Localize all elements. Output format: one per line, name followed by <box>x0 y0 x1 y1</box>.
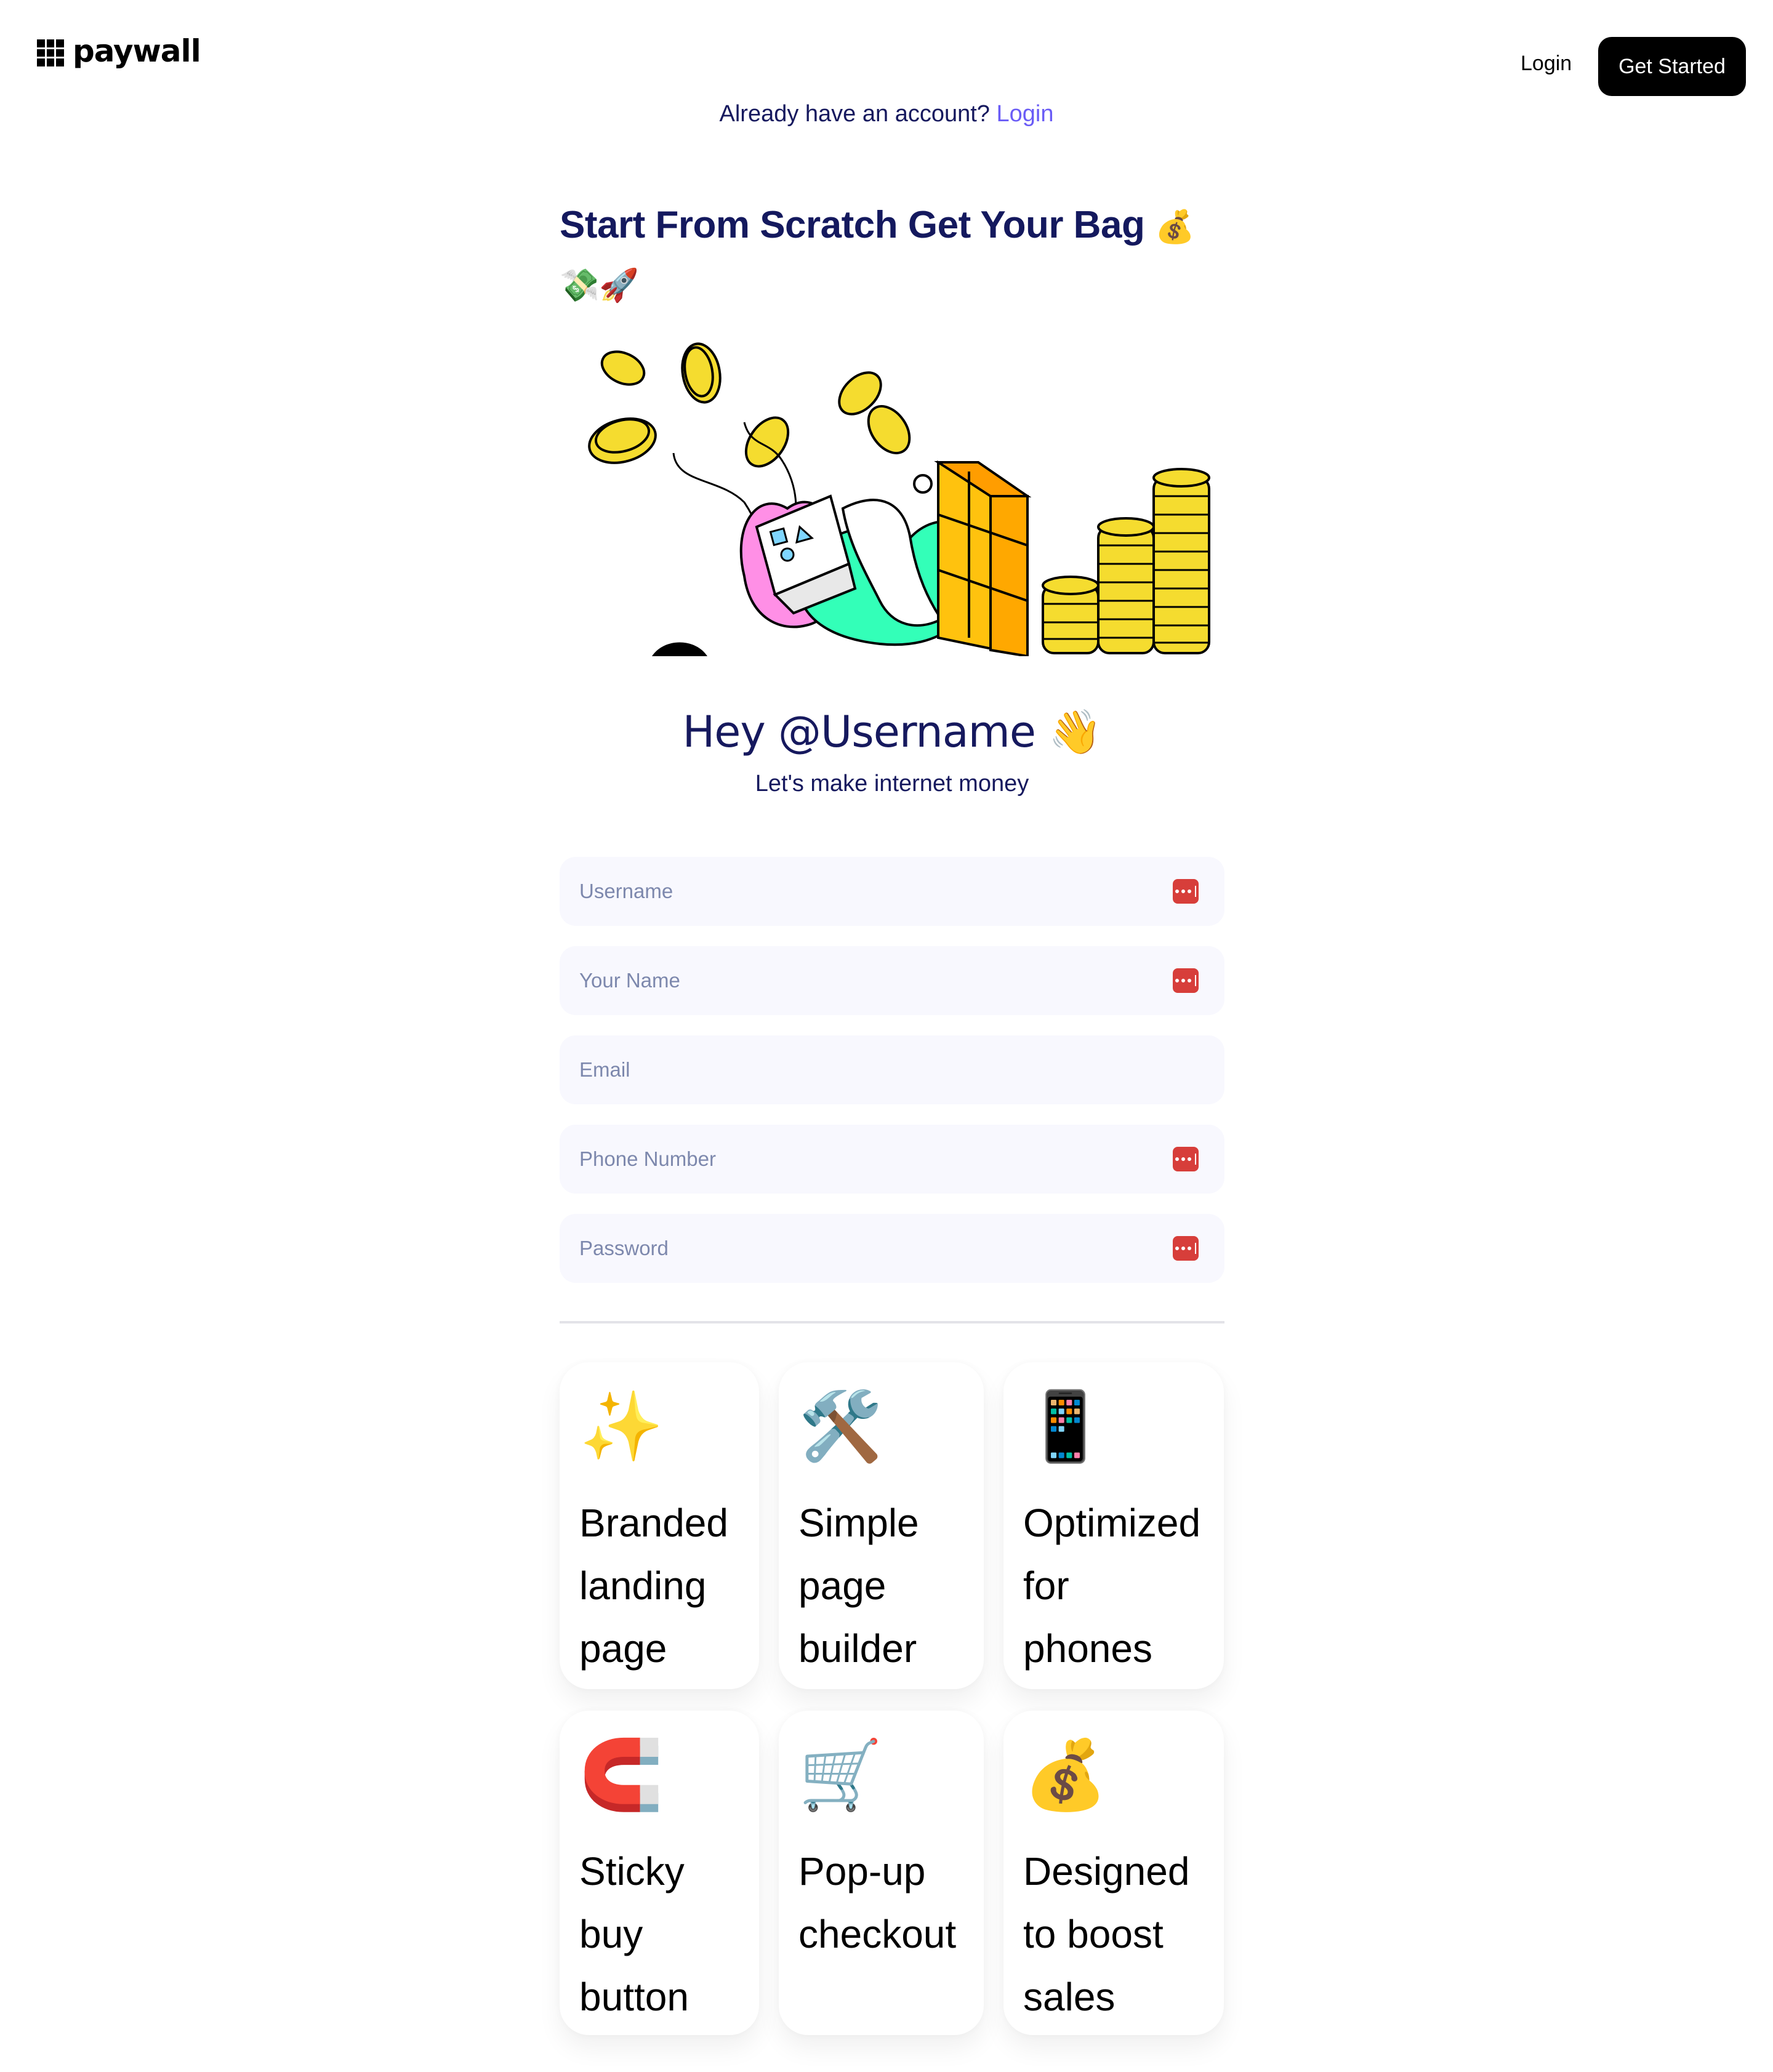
grid-logo-icon <box>37 39 64 66</box>
page-headline: Start From Scratch Get Your Bag 💰 💸🚀 <box>560 197 1224 314</box>
phone-number-field[interactable] <box>560 1125 1224 1194</box>
magnet-icon: 🧲 <box>579 1737 664 1813</box>
section-divider <box>560 1321 1224 1323</box>
coin-icon <box>600 350 646 386</box>
feature-title: Designed to boost sales <box>1023 1849 1190 2019</box>
shopping-cart-icon: 🛒 <box>798 1737 883 1813</box>
password-manager-icon[interactable] <box>1173 968 1199 993</box>
feature-card-designed-to-boost-sales: 💰 Designed to boost sales <box>1003 1711 1224 2035</box>
password-field[interactable] <box>560 1214 1224 1283</box>
mobile-phone-icon: 📱 <box>1023 1389 1108 1464</box>
money-bag-icon: 💰 <box>1155 209 1195 245</box>
password-manager-icon[interactable] <box>1173 1147 1199 1171</box>
phone-number-input[interactable] <box>579 1147 1173 1171</box>
paywall-logo[interactable]: paywall <box>37 33 201 69</box>
coins-wall-illustration <box>588 342 1210 656</box>
account-prompt: Already have an account? Login <box>0 101 1773 127</box>
account-login-link[interactable]: Login <box>997 101 1054 127</box>
hero-illustration <box>560 342 1224 656</box>
your-name-input[interactable] <box>579 969 1173 992</box>
password-manager-icon[interactable] <box>1173 1236 1199 1261</box>
feature-card-pop-up-checkout: 🛒 Pop-up checkout <box>779 1711 984 2035</box>
feature-title: Sticky buy button <box>579 1849 689 2019</box>
feature-title: Pop-up checkout <box>798 1849 957 1956</box>
username-input[interactable] <box>579 880 1173 903</box>
greeting-title: Hey @Username 👋 <box>560 707 1224 758</box>
username-field[interactable] <box>560 857 1224 926</box>
password-manager-icon[interactable] <box>1173 879 1199 904</box>
header-login-link[interactable]: Login <box>1521 52 1572 76</box>
email-input[interactable] <box>579 1058 1205 1082</box>
money-bag-icon: 💰 <box>1023 1737 1108 1813</box>
feature-title: Optimized for phones <box>1023 1501 1201 1671</box>
get-started-button[interactable]: Get Started <box>1598 37 1746 96</box>
password-input[interactable] <box>579 1237 1173 1260</box>
email-field[interactable] <box>560 1035 1224 1104</box>
your-name-field[interactable] <box>560 946 1224 1015</box>
headline-text: Start From Scratch Get Your Bag <box>560 204 1145 246</box>
account-prompt-text: Already have an account? <box>719 101 990 127</box>
feature-card-simple-page-builder: 🛠️ Simple page builder <box>779 1362 984 1689</box>
feature-card-optimized-for-phones: 📱 Optimized for phones <box>1003 1362 1224 1689</box>
feature-title: Simple page builder <box>798 1501 919 1671</box>
greeting-text: Hey @Username <box>682 707 1036 757</box>
waving-hand-icon: 👋 <box>1048 707 1102 757</box>
coin-icon <box>744 416 790 468</box>
hammer-wrench-icon: 🛠️ <box>798 1389 883 1464</box>
money-wings-rocket-icon: 💸🚀 <box>560 268 639 303</box>
greeting-subtitle: Let's make internet money <box>755 771 1029 797</box>
feature-title: Branded landing page <box>579 1501 728 1671</box>
logo-text: paywall <box>73 33 201 69</box>
sparkles-icon: ✨ <box>579 1389 664 1464</box>
feature-card-branded-landing-page: ✨ Branded landing page <box>560 1362 759 1689</box>
feature-card-sticky-buy-button: 🧲 Sticky buy button <box>560 1711 759 2035</box>
